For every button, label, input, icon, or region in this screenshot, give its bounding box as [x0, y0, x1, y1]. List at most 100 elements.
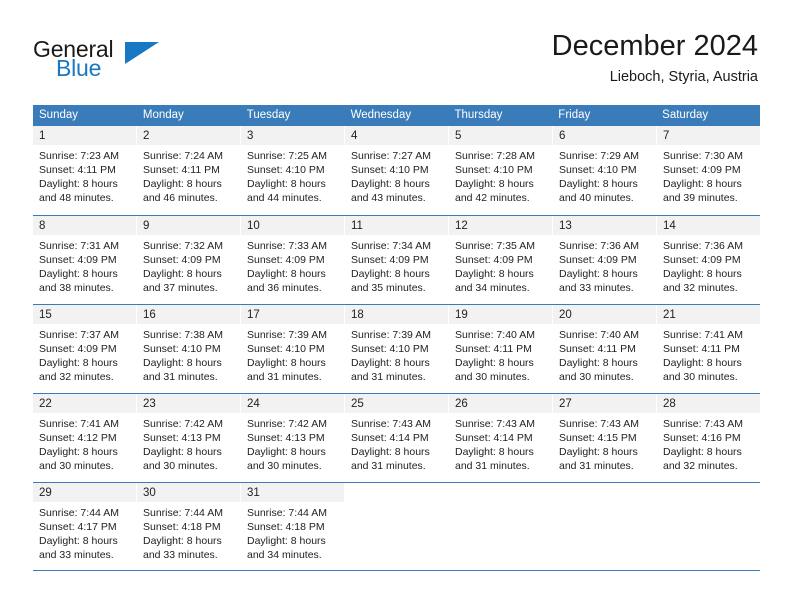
day-details: Sunrise: 7:44 AM Sunset: 4:18 PM Daylight:…	[241, 502, 344, 562]
calendar-day-cell[interactable]: 26 Sunrise: 7:43 AM Sunset: 4:14 PM Dayligh…	[448, 394, 552, 482]
calendar-page: General Blue December 2024 Lieboch, Styr…	[0, 0, 792, 612]
daylight-duration-line1: Daylight: 8 hours	[455, 357, 534, 369]
sunrise-time: Sunrise: 7:34 AM	[351, 240, 431, 252]
sunrise-time: Sunrise: 7:41 AM	[39, 418, 119, 430]
sunset-time: Sunset: 4:10 PM	[351, 343, 429, 355]
day-number: 11	[345, 216, 448, 235]
daylight-duration-line1: Daylight: 8 hours	[351, 446, 430, 458]
daylight-duration-line2: and 46 minutes.	[143, 192, 218, 204]
sunrise-time: Sunrise: 7:24 AM	[143, 150, 223, 162]
day-number: 2	[137, 126, 240, 145]
day-details: Sunrise: 7:37 AM Sunset: 4:09 PM Daylight:…	[33, 324, 136, 384]
calendar-day-cell[interactable]: 9 Sunrise: 7:32 AM Sunset: 4:09 PM Daylight…	[136, 216, 240, 304]
calendar-day-cell[interactable]: 29 Sunrise: 7:44 AM Sunset: 4:17 PM Dayligh…	[33, 483, 136, 570]
calendar-day-cell[interactable]: 6 Sunrise: 7:29 AM Sunset: 4:10 PM Daylight…	[552, 126, 656, 215]
calendar-day-cell[interactable]: 30 Sunrise: 7:44 AM Sunset: 4:18 PM Dayligh…	[136, 483, 240, 570]
day-number	[553, 483, 656, 502]
daylight-duration-line1: Daylight: 8 hours	[143, 268, 222, 280]
sunrise-time: Sunrise: 7:31 AM	[39, 240, 119, 252]
sunset-time: Sunset: 4:09 PM	[559, 254, 637, 266]
calendar-day-cell-empty	[448, 483, 552, 570]
day-details: Sunrise: 7:31 AM Sunset: 4:09 PM Daylight:…	[33, 235, 136, 295]
daylight-duration-line1: Daylight: 8 hours	[663, 178, 742, 190]
sunset-time: Sunset: 4:11 PM	[39, 164, 116, 176]
day-number: 18	[345, 305, 448, 324]
calendar-day-cell[interactable]: 14 Sunrise: 7:36 AM Sunset: 4:09 PM Dayligh…	[656, 216, 760, 304]
day-number	[345, 483, 448, 502]
calendar-day-cell[interactable]: 16 Sunrise: 7:38 AM Sunset: 4:10 PM Dayligh…	[136, 305, 240, 393]
day-number: 19	[449, 305, 552, 324]
sunset-time: Sunset: 4:14 PM	[455, 432, 533, 444]
calendar-day-cell[interactable]: 13 Sunrise: 7:36 AM Sunset: 4:09 PM Dayligh…	[552, 216, 656, 304]
calendar-day-cell[interactable]: 1 Sunrise: 7:23 AM Sunset: 4:11 PM Daylight…	[33, 126, 136, 215]
calendar-day-cell[interactable]: 7 Sunrise: 7:30 AM Sunset: 4:09 PM Daylight…	[656, 126, 760, 215]
day-details: Sunrise: 7:40 AM Sunset: 4:11 PM Daylight:…	[553, 324, 656, 384]
day-details: Sunrise: 7:30 AM Sunset: 4:09 PM Daylight:…	[657, 145, 760, 205]
day-number: 23	[137, 394, 240, 413]
calendar-day-cell[interactable]: 12 Sunrise: 7:35 AM Sunset: 4:09 PM Dayligh…	[448, 216, 552, 304]
sunset-time: Sunset: 4:15 PM	[559, 432, 637, 444]
daylight-duration-line1: Daylight: 8 hours	[39, 535, 118, 547]
location-subtitle: Lieboch, Styria, Austria	[609, 69, 758, 85]
sunrise-time: Sunrise: 7:37 AM	[39, 329, 119, 341]
weekday-header-sunday: Sunday	[39, 109, 79, 121]
calendar-day-cell[interactable]: 24 Sunrise: 7:42 AM Sunset: 4:13 PM Dayligh…	[240, 394, 344, 482]
calendar-day-cell[interactable]: 3 Sunrise: 7:25 AM Sunset: 4:10 PM Daylight…	[240, 126, 344, 215]
daylight-duration-line2: and 33 minutes.	[143, 549, 218, 561]
calendar-day-cell[interactable]: 28 Sunrise: 7:43 AM Sunset: 4:16 PM Dayligh…	[656, 394, 760, 482]
calendar-day-cell[interactable]: 31 Sunrise: 7:44 AM Sunset: 4:18 PM Dayligh…	[240, 483, 344, 570]
day-number: 22	[33, 394, 136, 413]
calendar-day-cell[interactable]: 25 Sunrise: 7:43 AM Sunset: 4:14 PM Dayligh…	[344, 394, 448, 482]
sunset-time: Sunset: 4:12 PM	[39, 432, 117, 444]
day-number: 14	[657, 216, 760, 235]
day-details: Sunrise: 7:23 AM Sunset: 4:11 PM Daylight:…	[33, 145, 136, 205]
daylight-duration-line2: and 37 minutes.	[143, 282, 218, 294]
calendar-day-cell[interactable]: 15 Sunrise: 7:37 AM Sunset: 4:09 PM Dayligh…	[33, 305, 136, 393]
calendar-day-cell[interactable]: 21 Sunrise: 7:41 AM Sunset: 4:11 PM Dayligh…	[656, 305, 760, 393]
page-header: General Blue December 2024 Lieboch, Styr…	[0, 0, 792, 100]
daylight-duration-line2: and 31 minutes.	[351, 371, 426, 383]
daylight-duration-line1: Daylight: 8 hours	[143, 357, 222, 369]
day-number: 24	[241, 394, 344, 413]
calendar-day-cell[interactable]: 4 Sunrise: 7:27 AM Sunset: 4:10 PM Daylight…	[344, 126, 448, 215]
calendar-day-cell[interactable]: 11 Sunrise: 7:34 AM Sunset: 4:09 PM Dayligh…	[344, 216, 448, 304]
weekday-header-friday: Friday	[558, 109, 591, 121]
daylight-duration-line1: Daylight: 8 hours	[559, 446, 638, 458]
calendar-day-cell[interactable]: 10 Sunrise: 7:33 AM Sunset: 4:09 PM Dayligh…	[240, 216, 344, 304]
daylight-duration-line1: Daylight: 8 hours	[663, 357, 742, 369]
daylight-duration-line2: and 34 minutes.	[247, 549, 322, 561]
day-details	[553, 502, 656, 506]
day-number: 9	[137, 216, 240, 235]
day-details: Sunrise: 7:39 AM Sunset: 4:10 PM Daylight:…	[345, 324, 448, 384]
calendar-day-cell[interactable]: 5 Sunrise: 7:28 AM Sunset: 4:10 PM Daylight…	[448, 126, 552, 215]
daylight-duration-line1: Daylight: 8 hours	[39, 357, 118, 369]
day-details: Sunrise: 7:29 AM Sunset: 4:10 PM Daylight:…	[553, 145, 656, 205]
sunset-time: Sunset: 4:11 PM	[143, 164, 220, 176]
day-number: 1	[33, 126, 136, 145]
day-number: 17	[241, 305, 344, 324]
daylight-duration-line2: and 39 minutes.	[663, 192, 738, 204]
day-details: Sunrise: 7:33 AM Sunset: 4:09 PM Daylight:…	[241, 235, 344, 295]
daylight-duration-line2: and 33 minutes.	[39, 549, 114, 561]
weekday-header-monday: Monday	[142, 109, 184, 121]
sunset-time: Sunset: 4:09 PM	[455, 254, 533, 266]
calendar-day-cell[interactable]: 2 Sunrise: 7:24 AM Sunset: 4:11 PM Daylight…	[136, 126, 240, 215]
daylight-duration-line1: Daylight: 8 hours	[351, 357, 430, 369]
daylight-duration-line1: Daylight: 8 hours	[455, 268, 534, 280]
calendar-day-cell[interactable]: 20 Sunrise: 7:40 AM Sunset: 4:11 PM Dayligh…	[552, 305, 656, 393]
day-details: Sunrise: 7:42 AM Sunset: 4:13 PM Daylight:…	[137, 413, 240, 473]
brand-logo[interactable]: General Blue	[33, 36, 253, 88]
day-number: 25	[345, 394, 448, 413]
daylight-duration-line1: Daylight: 8 hours	[663, 268, 742, 280]
day-details: Sunrise: 7:24 AM Sunset: 4:11 PM Daylight:…	[137, 145, 240, 205]
sunrise-time: Sunrise: 7:30 AM	[663, 150, 743, 162]
calendar-day-cell[interactable]: 17 Sunrise: 7:39 AM Sunset: 4:10 PM Dayligh…	[240, 305, 344, 393]
calendar-day-cell[interactable]: 23 Sunrise: 7:42 AM Sunset: 4:13 PM Dayligh…	[136, 394, 240, 482]
calendar-day-cell[interactable]: 27 Sunrise: 7:43 AM Sunset: 4:15 PM Dayligh…	[552, 394, 656, 482]
day-details: Sunrise: 7:32 AM Sunset: 4:09 PM Daylight:…	[137, 235, 240, 295]
sunrise-time: Sunrise: 7:44 AM	[39, 507, 119, 519]
calendar-day-cell[interactable]: 19 Sunrise: 7:40 AM Sunset: 4:11 PM Dayligh…	[448, 305, 552, 393]
calendar-day-cell[interactable]: 22 Sunrise: 7:41 AM Sunset: 4:12 PM Dayligh…	[33, 394, 136, 482]
calendar-day-cell[interactable]: 18 Sunrise: 7:39 AM Sunset: 4:10 PM Dayligh…	[344, 305, 448, 393]
calendar-day-cell[interactable]: 8 Sunrise: 7:31 AM Sunset: 4:09 PM Daylight…	[33, 216, 136, 304]
